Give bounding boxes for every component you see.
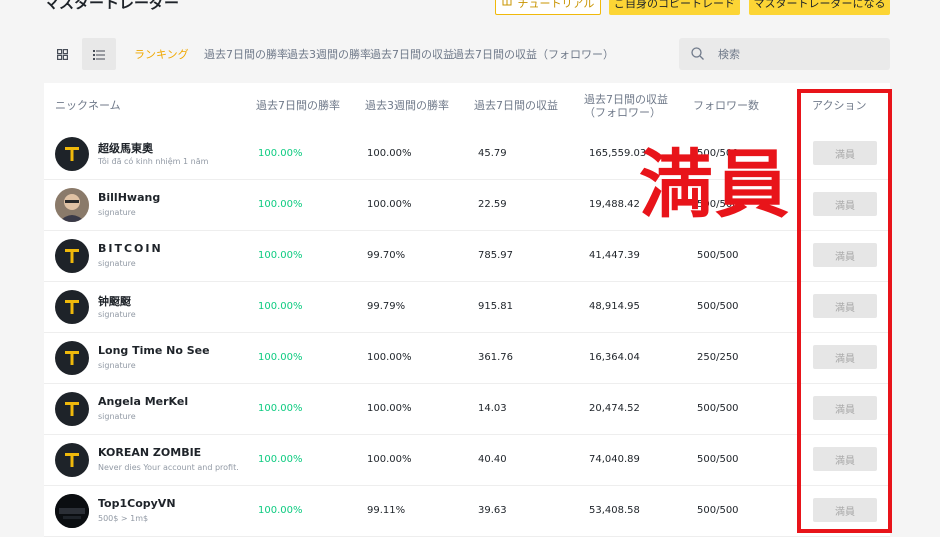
list-icon xyxy=(93,45,105,64)
grid-view-button[interactable] xyxy=(45,38,79,70)
trader-name[interactable]: 钟颬颬 xyxy=(98,293,131,309)
tab-7day-winrate[interactable]: 過去7日間の勝率 xyxy=(204,46,288,62)
avatar xyxy=(55,494,89,528)
trader-signature: Tôi đã có kinh nhiệm 1 năm xyxy=(98,157,209,166)
avatar xyxy=(55,392,89,426)
profit-7day: 915.81 xyxy=(478,301,513,312)
avatar xyxy=(55,341,89,375)
avatar xyxy=(55,137,89,171)
follower-profit: 48,914.95 xyxy=(589,301,640,312)
profit-7day: 785.97 xyxy=(478,250,513,261)
profit-7day: 22.59 xyxy=(478,199,507,210)
table-row[interactable]: BITCOIN signature 100.00% 99.70% 785.97 … xyxy=(44,231,890,282)
table-row[interactable]: Long Time No See signature 100.00% 100.0… xyxy=(44,333,890,384)
trader-signature: signature xyxy=(98,259,136,268)
avatar xyxy=(55,239,89,273)
avatar xyxy=(55,188,89,222)
table-row[interactable]: Angela MerKel signature 100.00% 100.00% … xyxy=(44,384,890,435)
book-icon xyxy=(502,0,512,9)
avatar xyxy=(55,290,89,324)
tutorial-button-label: チュートリアル xyxy=(517,0,595,10)
follower-count: 250/250 xyxy=(697,352,739,363)
follower-profit: 41,447.39 xyxy=(589,250,640,261)
become-master-trader-button[interactable]: マスタートレーダーになる xyxy=(749,0,890,15)
profit-7day: 45.79 xyxy=(478,148,507,159)
follower-profit: 74,040.89 xyxy=(589,454,640,465)
follower-profit: 20,474.52 xyxy=(589,403,640,414)
winrate-7day: 100.00% xyxy=(258,505,303,516)
winrate-7day: 100.00% xyxy=(258,199,303,210)
tab-7day-follower-profit[interactable]: 過去7日間の収益（フォロワー） xyxy=(453,46,614,62)
trader-name[interactable]: Angela MerKel xyxy=(98,395,188,408)
header-7day-profit: 過去7日間の収益 xyxy=(474,99,558,112)
winrate-3week: 100.00% xyxy=(367,199,412,210)
page-title: マスタートレーダー xyxy=(44,0,180,12)
tutorial-button[interactable]: チュートリアル xyxy=(495,0,601,15)
table-row[interactable]: KOREAN ZOMBIE Never dies Your account an… xyxy=(44,435,890,486)
profit-7day: 39.63 xyxy=(478,505,507,516)
winrate-7day: 100.00% xyxy=(258,403,303,414)
trader-name[interactable]: Top1CopyVN xyxy=(98,497,176,510)
winrate-3week: 99.11% xyxy=(367,505,406,516)
grid-icon xyxy=(56,45,68,64)
follower-count: 500/500 xyxy=(697,505,739,516)
follower-count: 500/500 xyxy=(697,454,739,465)
winrate-7day: 100.00% xyxy=(258,301,303,312)
trader-name[interactable]: Long Time No See xyxy=(98,344,210,357)
trader-signature: signature xyxy=(98,412,136,421)
header-follower-profit: 過去7日間の収益（フォロワー） xyxy=(584,93,668,119)
trader-name[interactable]: KOREAN ZOMBIE xyxy=(98,446,201,459)
follower-count: 500/500 xyxy=(697,403,739,414)
avatar xyxy=(55,443,89,477)
profit-7day: 361.76 xyxy=(478,352,513,363)
winrate-7day: 100.00% xyxy=(258,250,303,261)
search-input[interactable] xyxy=(718,47,868,61)
trader-signature: Never dies Your account and profit. xyxy=(98,463,239,472)
list-view-button[interactable] xyxy=(82,38,116,70)
trader-name[interactable]: 超级馬東奧 xyxy=(98,140,153,156)
tab-3week-winrate[interactable]: 過去3週間の勝率 xyxy=(287,46,371,62)
profit-7day: 40.40 xyxy=(478,454,507,465)
winrate-7day: 100.00% xyxy=(258,454,303,465)
trader-signature: signature xyxy=(98,208,136,217)
winrate-7day: 100.00% xyxy=(258,148,303,159)
winrate-3week: 99.70% xyxy=(367,250,406,261)
header-followers: フォロワー数 xyxy=(693,99,759,112)
search-icon xyxy=(691,45,704,64)
my-copy-trade-button[interactable]: ご自身のコピートレード xyxy=(609,0,740,15)
follower-count: 500/500 xyxy=(697,250,739,261)
tab-7day-profit[interactable]: 過去7日間の収益 xyxy=(370,46,454,62)
follower-profit: 16,364.04 xyxy=(589,352,640,363)
tab-ranking[interactable]: ランキング xyxy=(134,46,189,62)
trader-signature: signature xyxy=(98,361,136,370)
trader-signature: signature xyxy=(98,310,136,319)
profit-7day: 14.03 xyxy=(478,403,507,414)
winrate-7day: 100.00% xyxy=(258,352,303,363)
winrate-3week: 100.00% xyxy=(367,352,412,363)
follower-profit: 165,559.03 xyxy=(589,148,647,159)
header-nickname: ニックネーム xyxy=(55,99,121,112)
trader-name[interactable]: BITCOIN xyxy=(98,242,163,255)
follower-profit: 19,488.42 xyxy=(589,199,640,210)
header-7day-winrate: 過去7日間の勝率 xyxy=(256,99,340,112)
table-row[interactable]: Top1CopyVN 500$ > 1m$ 100.00% 99.11% 39.… xyxy=(44,486,890,537)
search-box[interactable] xyxy=(679,38,890,70)
annotation-highlight-box xyxy=(797,89,892,533)
winrate-3week: 100.00% xyxy=(367,403,412,414)
trader-name[interactable]: BillHwang xyxy=(98,191,160,204)
winrate-3week: 99.79% xyxy=(367,301,406,312)
follower-count: 500/500 xyxy=(697,301,739,312)
winrate-3week: 100.00% xyxy=(367,454,412,465)
follower-profit: 53,408.58 xyxy=(589,505,640,516)
annotation-text: 満員 xyxy=(639,142,791,228)
header-3week-winrate: 過去3週間の勝率 xyxy=(365,99,449,112)
winrate-3week: 100.00% xyxy=(367,148,412,159)
table-row[interactable]: 钟颬颬 signature 100.00% 99.79% 915.81 48,9… xyxy=(44,282,890,333)
trader-signature: 500$ > 1m$ xyxy=(98,514,149,523)
